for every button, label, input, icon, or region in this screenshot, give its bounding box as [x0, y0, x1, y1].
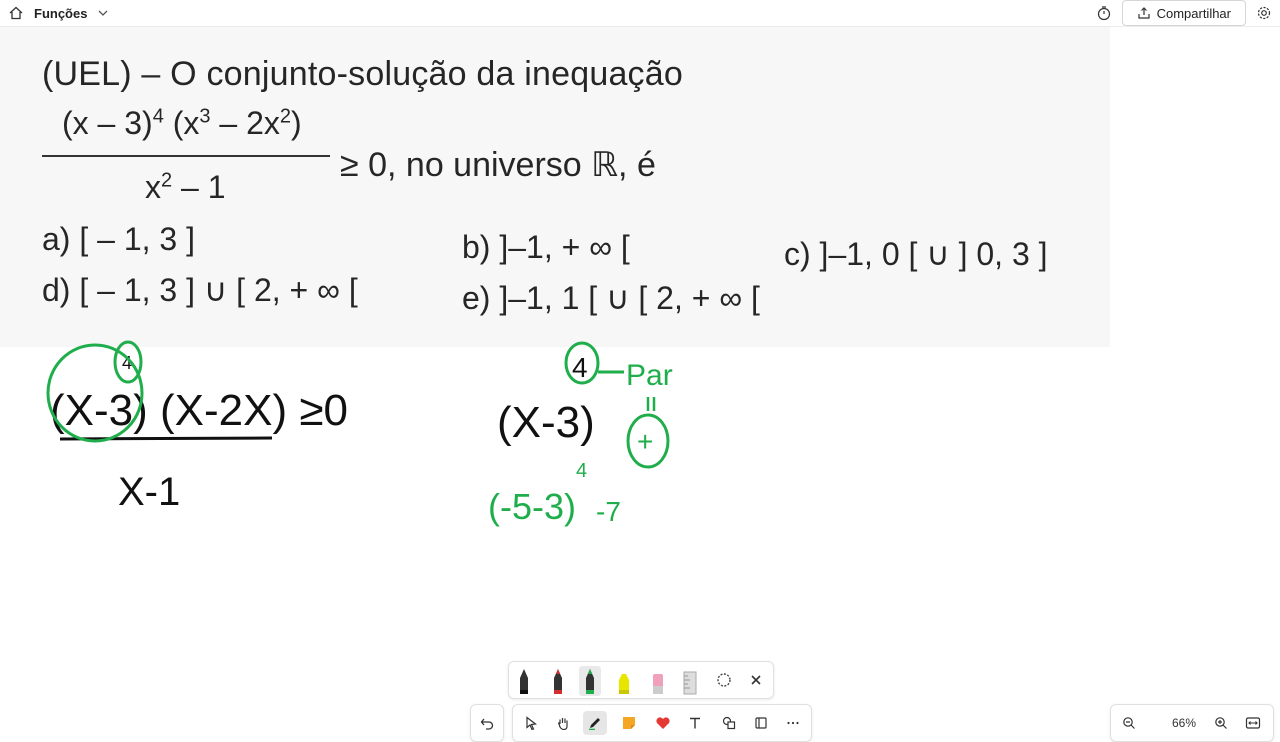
share-icon [1137, 7, 1150, 19]
lasso-icon[interactable] [713, 666, 735, 696]
ink-left-numerator: (X-3) (X-2X) ≥0 [50, 386, 348, 435]
whiteboard-canvas[interactable]: (UEL) – O conjunto-solução da inequação … [0, 27, 1280, 742]
black-pen-icon[interactable] [513, 666, 535, 696]
undo-icon[interactable] [475, 711, 499, 735]
top-left-group: Funções [8, 0, 109, 26]
ink-left-denominator: X-1 [118, 470, 180, 514]
notebook-title[interactable]: Funções [34, 6, 87, 21]
pen-palette [508, 661, 774, 699]
select-pointer-icon[interactable] [519, 711, 543, 735]
close-icon[interactable] [745, 666, 767, 696]
green-pen-icon[interactable] [579, 666, 601, 696]
ink-exp-four-mid: 4 [572, 352, 588, 383]
chevron-down-icon[interactable] [97, 7, 109, 19]
more-icon[interactable] [781, 711, 805, 735]
tools-group [512, 704, 812, 742]
zoom-in-icon[interactable] [1209, 711, 1233, 735]
top-right-group: Compartilhar [1096, 0, 1272, 26]
gear-icon[interactable] [1256, 5, 1272, 21]
ink-test-value: (-5-3) [488, 486, 576, 527]
zoom-level[interactable]: 66% [1163, 705, 1205, 741]
ruler-icon[interactable] [679, 666, 701, 696]
ink-par-label: Par [626, 359, 673, 392]
red-pen-icon[interactable] [547, 666, 569, 696]
heart-sticker-icon[interactable] [651, 711, 675, 735]
main-toolbar [470, 704, 812, 742]
share-button-label: Compartilhar [1156, 5, 1231, 21]
ink-layer: (X-3) (X-2X) ≥0 X-1 4 (X-3) 4 Par + (-5-… [46, 340, 673, 527]
ink-fraction-bar [59, 436, 273, 441]
zoom-controls: 66% [1110, 704, 1274, 742]
pen-tool-icon[interactable] [583, 711, 607, 735]
zoom-out-icon[interactable] [1117, 711, 1141, 735]
ink-equals-vertical [646, 397, 656, 411]
share-button[interactable]: Compartilhar [1121, 0, 1246, 26]
top-bar: Funções Compartilhar [0, 0, 1280, 27]
ink-plus-sign: + [637, 426, 653, 457]
yellow-highlighter-icon[interactable] [613, 666, 635, 696]
timer-icon[interactable] [1096, 5, 1112, 21]
insert-page-icon[interactable] [749, 711, 773, 735]
ink-test-exp: 4 [576, 460, 587, 482]
eraser-icon[interactable] [647, 666, 669, 696]
shapes-icon[interactable] [717, 711, 741, 735]
undo-group [470, 704, 504, 742]
home-icon[interactable] [8, 5, 24, 21]
ink-test-result: -7 [596, 496, 621, 527]
sticky-note-icon[interactable] [617, 711, 641, 735]
ink-middle-expr: (X-3) [497, 398, 595, 447]
hand-pan-icon[interactable] [551, 711, 575, 735]
fit-width-icon[interactable] [1241, 711, 1265, 735]
text-tool-icon[interactable] [683, 711, 707, 735]
